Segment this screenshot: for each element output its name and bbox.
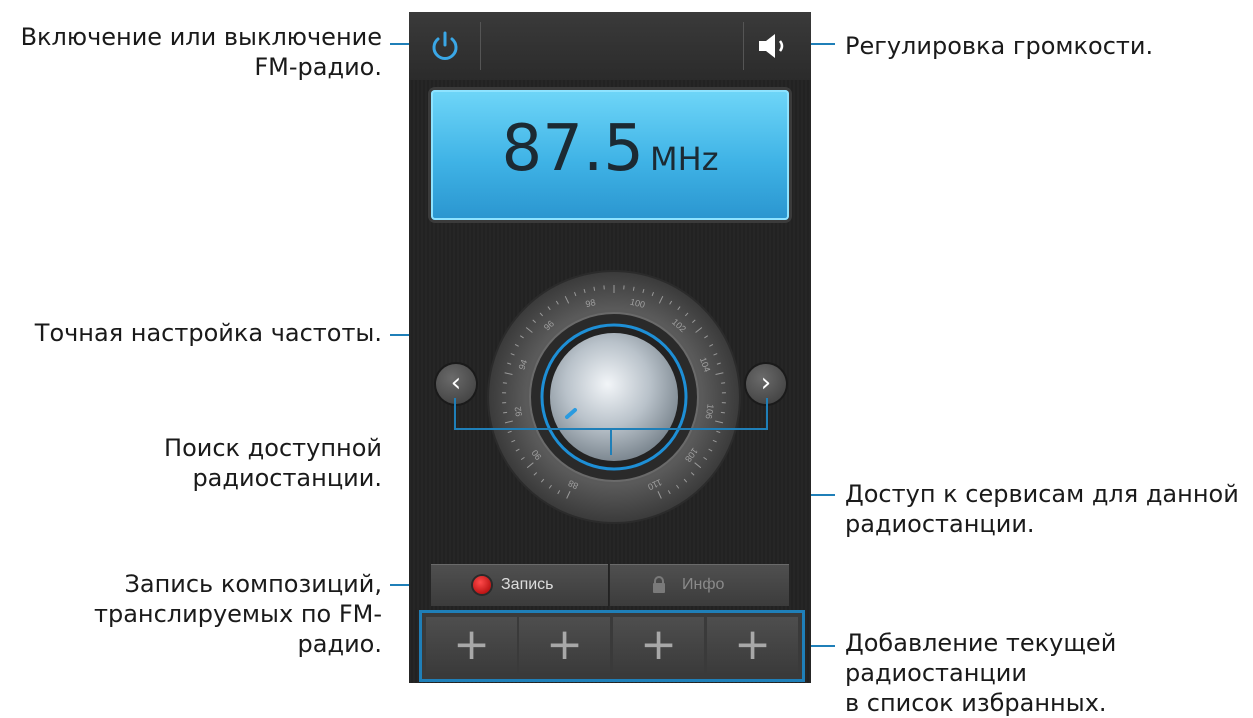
- power-icon: [427, 28, 463, 64]
- callout-services-line1: Доступ к сервисам для данной: [845, 479, 1239, 509]
- frequency-display: 87.5MHz: [431, 90, 789, 220]
- favorites-bar: + + + +: [422, 613, 802, 679]
- leader-search-stem: [610, 428, 612, 455]
- speaker-icon: [753, 28, 801, 64]
- dial-tick: [503, 383, 507, 384]
- callout-favorites-line2: в список избранных.: [845, 688, 1253, 718]
- leader-search-left: [454, 398, 456, 430]
- frequency-readout: 87.5MHz: [431, 112, 789, 186]
- callout-power-line1: Включение или выключение: [20, 22, 382, 52]
- favorite-slot-1[interactable]: +: [426, 617, 517, 675]
- top-bar: [409, 12, 811, 80]
- dial-knob[interactable]: [550, 333, 678, 461]
- info-label: Инфо: [682, 564, 724, 606]
- callout-power: Включение или выключение FM-радио.: [20, 22, 382, 82]
- callout-volume: Регулировка громкости.: [845, 31, 1153, 61]
- dial-tick: [721, 383, 725, 384]
- callout-record: Запись композиций, транслируемых по FM-р…: [20, 569, 382, 659]
- callout-favorites: Добавление текущей радиостанции в список…: [845, 628, 1253, 718]
- prev-station-button[interactable]: ‹: [436, 364, 476, 404]
- favorite-slot-4[interactable]: +: [707, 617, 798, 675]
- favorite-slot-3[interactable]: +: [613, 617, 704, 675]
- callout-search: Поиск доступной радиостанции.: [0, 433, 382, 493]
- callout-record-line1: Запись композиций,: [20, 569, 382, 599]
- info-button[interactable]: Инфо: [610, 564, 789, 606]
- top-bar-divider-right: [743, 22, 744, 70]
- record-button[interactable]: Запись: [431, 564, 608, 606]
- dial-tick: [594, 287, 595, 291]
- callout-record-line2: транслируемых по FM-радио.: [20, 599, 382, 659]
- callout-services: Доступ к сервисам для данной радиостанци…: [845, 479, 1239, 539]
- dial-tick: [721, 412, 725, 413]
- callout-favorites-line1: Добавление текущей радиостанции: [845, 628, 1253, 688]
- dial-tick-label: 92: [513, 406, 524, 417]
- callout-services-line2: радиостанции.: [845, 509, 1239, 539]
- volume-button[interactable]: [753, 28, 801, 64]
- record-label: Запись: [501, 564, 554, 606]
- callout-power-line2: FM-радио.: [20, 52, 382, 82]
- chevron-right-icon: ›: [761, 368, 771, 398]
- dial-tick: [503, 412, 507, 413]
- tuning-dial[interactable]: 889092949698100102104106108110: [484, 267, 744, 527]
- lock-icon: [652, 576, 666, 594]
- chevron-left-icon: ‹: [451, 368, 461, 398]
- frequency-unit: MHz: [650, 140, 718, 178]
- fm-radio-screen: 87.5MHz 8890929496981001021: [409, 12, 811, 683]
- record-dot-icon: [473, 576, 491, 594]
- frequency-value: 87.5: [502, 112, 645, 186]
- power-button[interactable]: [427, 28, 463, 64]
- dial-tick: [633, 287, 634, 291]
- leader-search-right: [766, 398, 768, 430]
- top-bar-divider-left: [480, 22, 481, 70]
- dial-graphic: 889092949698100102104106108110: [484, 267, 744, 527]
- favorite-slot-2[interactable]: +: [519, 617, 610, 675]
- action-buttons: Запись Инфо: [431, 564, 789, 606]
- callout-fine-tune: Точная настройка частоты.: [20, 318, 382, 348]
